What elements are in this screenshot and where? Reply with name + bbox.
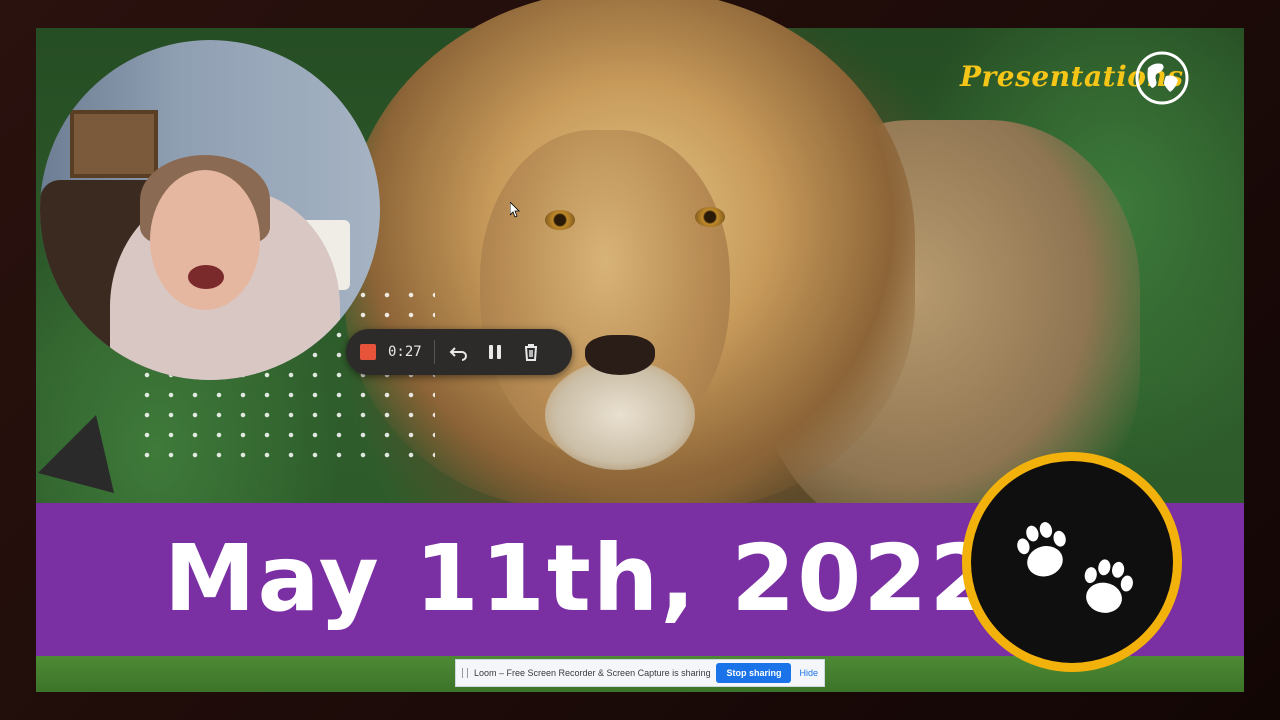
share-message: Loom – Free Screen Recorder & Screen Cap… <box>474 668 711 678</box>
wall-certificate <box>70 110 158 178</box>
trash-icon[interactable] <box>519 340 543 364</box>
stop-sharing-button[interactable]: Stop sharing <box>716 663 792 683</box>
date-heading: May 11th, 2022 <box>164 525 996 632</box>
presenter-face <box>150 170 260 310</box>
globe-icon <box>1135 51 1189 105</box>
paw-badge <box>962 452 1182 672</box>
paw-prints-icon <box>1017 522 1133 613</box>
lion-muzzle <box>545 360 695 470</box>
recording-toolbar: 0:27 <box>346 329 572 375</box>
pause-icon[interactable] <box>483 340 507 364</box>
lion-nose <box>585 335 655 375</box>
toolbar-divider <box>433 340 435 364</box>
undo-icon[interactable] <box>447 340 471 364</box>
decorative-triangle <box>38 415 114 493</box>
webcam-bubble[interactable] <box>40 40 380 380</box>
mouse-cursor-icon <box>510 202 520 218</box>
recording-timer: 0:27 <box>388 344 422 360</box>
drag-handle-icon[interactable] <box>462 668 468 678</box>
stop-icon[interactable] <box>360 344 376 360</box>
presenter-mouth <box>188 265 224 289</box>
lion-eye-left <box>545 210 575 230</box>
hide-link[interactable]: Hide <box>799 668 818 678</box>
screen-share-notification: Loom – Free Screen Recorder & Screen Cap… <box>455 659 825 687</box>
lion-eye-right <box>695 207 725 227</box>
